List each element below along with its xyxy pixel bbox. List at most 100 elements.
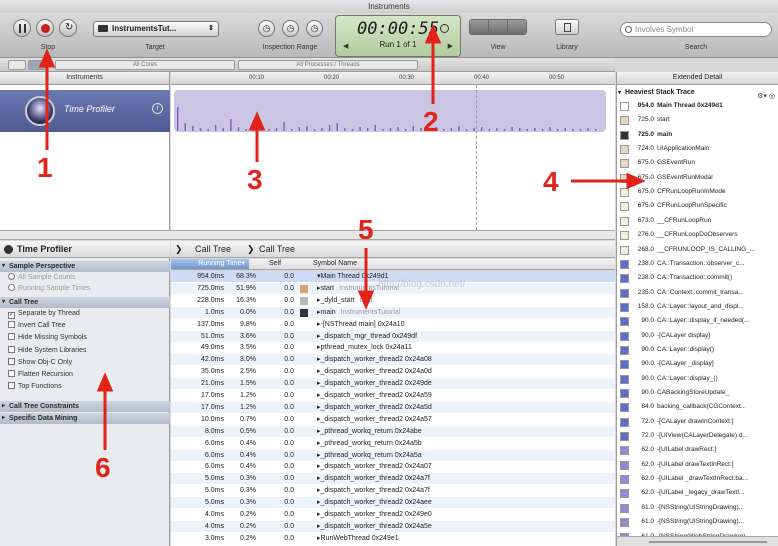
table-row[interactable]: 5.0ms 0.3% 0.0 ▸_dispatch_worker_thread2 0x…	[171, 485, 615, 496]
option-hide-missing-symbols[interactable]: Hide Missing Symbols	[8, 333, 87, 343]
filter-toggle-button[interactable]	[8, 60, 26, 70]
threads-filter[interactable]: All Processes / Threads	[238, 60, 418, 70]
view-extended-segment[interactable]	[508, 20, 526, 34]
radio-all-sample-counts[interactable]: All Sample Counts	[8, 273, 76, 283]
section-sample-perspective[interactable]: Sample Perspective	[0, 261, 170, 272]
stack-frame[interactable]: 954.0 Main Thread 0x249d1	[617, 101, 778, 112]
table-row[interactable]: 8.0ms 0.5% 0.0 ▸_pthread_workq_return 0x24a…	[171, 425, 615, 437]
search-input[interactable]: Involves Symbol	[620, 22, 772, 37]
checkbox-checked-icon[interactable]: ✓	[8, 312, 15, 319]
table-row[interactable]: 228.0ms 16.3% 0.0 ▸_dyld_start dyld	[171, 295, 615, 306]
library-button[interactable]	[555, 19, 579, 35]
table-row[interactable]: 6.0ms 0.4% 0.0 ▸_pthread_workq_return 0x24a…	[171, 449, 615, 461]
section-specific-data-mining[interactable]: Specific Data Mining	[0, 413, 170, 424]
table-row[interactable]: 42.0ms 3.0% 0.0 ▸_dispatch_worker_thread2 0…	[171, 354, 615, 366]
prev-run-icon[interactable]: ◀	[343, 42, 348, 50]
timeline-track[interactable]	[171, 85, 615, 230]
stack-frame[interactable]: 90.0 CA::Layer::display()	[617, 345, 778, 356]
stack-frame[interactable]: 90.0 CABackingStoreUpdate_	[617, 388, 778, 399]
table-row[interactable]: 4.0ms 0.2% 0.0 ▸_dispatch_worker_thread2 0x…	[171, 520, 615, 532]
table-row[interactable]: 17.0ms 1.2% 0.0 ▸_dispatch_worker_thread2 0…	[171, 390, 615, 401]
stack-frame[interactable]: 725.0 start	[617, 115, 778, 126]
checkbox-icon[interactable]	[8, 382, 15, 390]
table-row[interactable]: 4.0ms 0.2% 0.0 ▸_dispatch_worker_thread2 0x…	[171, 509, 615, 520]
timeline-scrollbar[interactable]	[0, 230, 615, 240]
col-symbol-name[interactable]: Symbol Name	[313, 259, 357, 269]
table-row[interactable]: 49.0ms 3.5% 0.0 ▸pthread_mutex_lock 0x24a11	[171, 342, 615, 353]
stack-frame[interactable]: 62.0 -[UILabel drawTextInRect:]	[617, 460, 778, 471]
timeline-ruler[interactable]: 00:1000:2000:3000:4000:5001:00	[171, 72, 639, 85]
instrument-row-time-profiler[interactable]: Time Profiler i	[0, 90, 170, 132]
stack-frame[interactable]: 158.0 CA::Layer::layout_and_displ...	[617, 302, 778, 313]
frame-size-slider[interactable]	[649, 541, 767, 543]
pause-button[interactable]	[13, 19, 31, 37]
stack-frame[interactable]: 90.0 CA::Layer::display_if_needed(...	[617, 316, 778, 327]
inspection-end-button[interactable]: ◷	[306, 20, 323, 37]
stack-frame[interactable]: 675.0 CFRunLoopRunInMode	[617, 187, 778, 198]
stack-frame[interactable]: 276.0 __CFRunLoopDoObservers	[617, 230, 778, 241]
stack-frame[interactable]: 268.0 __CFRUNLOOP_IS_CALLING_...	[617, 245, 778, 256]
option-flatten-recursion[interactable]: Flatten Recursion	[8, 370, 73, 380]
restart-button[interactable]: ↻	[59, 19, 77, 37]
stack-frame[interactable]: 675.0 GSEventRunModal	[617, 173, 778, 184]
table-row[interactable]: 6.0ms 0.4% 0.0 ▸_pthread_workq_return 0x24a…	[171, 438, 615, 449]
stack-frame[interactable]: 72.0 -[CALayer drawInContext:]	[617, 417, 778, 428]
section-call-tree[interactable]: Call Tree	[0, 297, 170, 308]
stack-frame[interactable]: 673.0 __CFRunLoopRun	[617, 216, 778, 227]
stack-frame[interactable]: 238.0 CA::Transaction::observer_c...	[617, 259, 778, 270]
stack-frame[interactable]: 90.0 -[CALayer display]	[617, 331, 778, 342]
option-hide-system-libraries[interactable]: Hide System Libraries	[8, 345, 86, 356]
heaviest-stack-title[interactable]: Heaviest Stack Trace ⚙▾ ◎	[617, 88, 778, 100]
inspection-start-button[interactable]: ◷	[258, 20, 275, 37]
stack-frame[interactable]: 61.0 -[NSString(UIStringDrawing)...	[617, 517, 778, 528]
stack-frame[interactable]: 724.0 UIApplicationMain	[617, 144, 778, 155]
cores-filter[interactable]: All Cores	[55, 60, 235, 70]
col-self[interactable]: Self	[269, 259, 281, 269]
view-detail-segment[interactable]	[489, 20, 508, 34]
option-separate-by-thread[interactable]: ✓ Separate by Thread	[8, 309, 80, 319]
stack-frame[interactable]: 90.0 CA::Layer::display_()	[617, 374, 778, 385]
table-row[interactable]: 10.0ms 0.7% 0.0 ▸_dispatch_worker_thread2 0…	[171, 414, 615, 425]
col-running-time[interactable]: Running Time▾	[171, 259, 249, 269]
option-show-obj-c-only[interactable]: Show Obj-C Only	[8, 357, 72, 368]
view-segmented-control[interactable]	[469, 19, 527, 35]
stack-frame[interactable]: 62.0 -[UILabel _drawTextInRect:ba...	[617, 474, 778, 485]
next-run-icon[interactable]: ▶	[448, 42, 453, 50]
table-row[interactable]: 17.0ms 1.2% 0.0 ▸_dispatch_worker_thread2 0…	[171, 401, 615, 413]
checkbox-icon[interactable]	[8, 321, 15, 329]
section-call-tree-constraints[interactable]: Call Tree Constraints	[0, 401, 170, 412]
target-selector[interactable]: InstrumentsTut... ⇕	[93, 21, 219, 37]
crumb-call-tree-1[interactable]: Call Tree	[195, 241, 231, 257]
stack-frame[interactable]: 72.0 -[UIView(CALayerDelegate) d...	[617, 431, 778, 442]
stack-frame[interactable]: 675.0 CFRunLoopRunSpecific	[617, 201, 778, 212]
stack-frame[interactable]: 238.0 CA::Transaction::commit()	[617, 273, 778, 284]
checkbox-icon[interactable]	[8, 345, 15, 353]
checkbox-icon[interactable]	[8, 357, 15, 365]
inspection-clear-button[interactable]: ◷	[282, 20, 299, 37]
crumb-call-tree-2[interactable]: Call Tree	[259, 241, 295, 257]
stack-frame[interactable]: 235.0 CA::Context::commit_transa...	[617, 288, 778, 299]
table-row[interactable]: 6.0ms 0.4% 0.0 ▸_dispatch_worker_thread2 0x…	[171, 461, 615, 472]
view-instruments-segment[interactable]	[470, 20, 489, 34]
stack-frame[interactable]: 84.0 backing_callback(CGContext...	[617, 402, 778, 413]
table-row[interactable]: 3.0ms 0.2% 0.0 ▸RunWebThread 0x249e1	[171, 533, 615, 544]
table-row[interactable]: 5.0ms 0.3% 0.0 ▸_dispatch_worker_thread2 0x…	[171, 473, 615, 485]
playhead[interactable]	[476, 85, 477, 230]
radio-running-sample-times[interactable]: Running Sample Times	[8, 284, 90, 294]
info-icon[interactable]: i	[152, 103, 163, 114]
stack-frame[interactable]: 62.0 -[UILabel _legacy_drawTextI...	[617, 488, 778, 499]
stack-frame[interactable]: 61.0 -[NSString(UIStringDrawing)...	[617, 503, 778, 514]
option-top-functions[interactable]: Top Functions	[8, 382, 62, 392]
option-invert-call-tree[interactable]: Invert Call Tree	[8, 321, 65, 331]
stack-frame[interactable]: 725.0 main	[617, 130, 778, 141]
table-row[interactable]: 1.0ms 0.0% 0.0 ▸main InstrumentsTutorial	[171, 306, 615, 318]
checkbox-icon[interactable]	[8, 370, 15, 377]
stack-frame[interactable]: 90.0 -[CALayer _display]	[617, 359, 778, 370]
table-row[interactable]: 137.0ms 9.8% 0.0 ▸-[NSThread main] 0x24a10	[171, 319, 615, 330]
checkbox-icon[interactable]	[8, 333, 15, 341]
filter-mode-button[interactable]	[28, 60, 46, 70]
stack-frame[interactable]: 675.0 GSEventRun	[617, 158, 778, 169]
stack-frame[interactable]: 62.0 -[UILabel drawRect:]	[617, 445, 778, 456]
record-stop-button[interactable]	[36, 19, 54, 37]
table-row[interactable]: 51.0ms 3.6% 0.0 ▸_dispatch_mgr_thread 0x249…	[171, 330, 615, 342]
